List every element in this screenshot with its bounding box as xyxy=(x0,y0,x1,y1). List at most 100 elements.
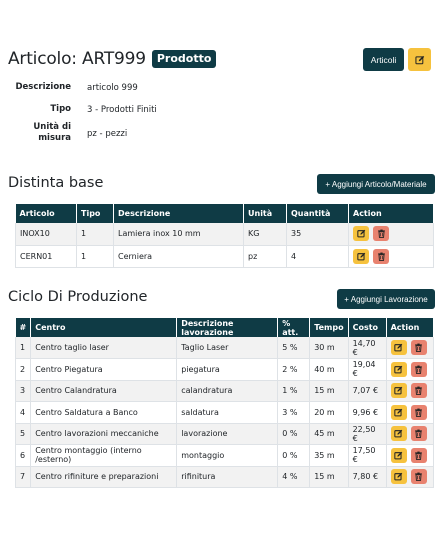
col-articolo: Articolo xyxy=(15,204,77,223)
edit-row-button[interactable] xyxy=(390,447,407,463)
table-cell: 20 m xyxy=(309,401,349,424)
row-actions xyxy=(390,340,429,355)
col-descrizione-lavorazione: Descrizione lavorazione xyxy=(176,318,279,337)
detail-label: Unità di misura xyxy=(33,122,71,143)
table-cell: 15 m xyxy=(309,466,349,488)
table-cell: 30 m xyxy=(309,337,349,359)
table-cell: Centro taglio laser xyxy=(30,337,178,359)
row-actions xyxy=(353,226,429,242)
trash-icon xyxy=(414,365,423,374)
pencil-square-icon xyxy=(394,429,403,438)
action-cell xyxy=(386,380,435,402)
table-cell: 1 xyxy=(76,223,114,246)
pencil-square-icon xyxy=(394,343,403,352)
table-cell: Centro lavorazioni meccaniche xyxy=(30,423,178,445)
table-cell: 3 % xyxy=(277,401,311,424)
table-cell: 45 m xyxy=(309,423,349,445)
table-cell: 1 % xyxy=(277,380,311,402)
add-material-button[interactable]: + Aggiungi Articolo/Materiale xyxy=(317,174,435,194)
table-row: 6 Centro montaggio (interno /esterno) mont… xyxy=(14,444,435,467)
col-tipo: Tipo xyxy=(76,204,114,223)
table-cell: montaggio xyxy=(176,444,279,467)
delete-row-button[interactable] xyxy=(410,383,427,399)
table-cell: 19,04 € xyxy=(348,358,387,381)
table-cell: 15 m xyxy=(309,380,349,402)
add-lavorazione-button[interactable]: + Aggiungi Lavorazione xyxy=(337,289,435,309)
table-cell: 1 xyxy=(14,337,32,359)
type-badge: Prodotto xyxy=(151,50,217,68)
col-num: # xyxy=(15,318,32,337)
table-cell: Cerniera xyxy=(113,245,244,268)
table-cell: 7,80 € xyxy=(348,466,387,488)
ciclo-table: # Centro Descrizione lavorazione % att. … xyxy=(14,318,435,488)
delete-row-button[interactable] xyxy=(410,426,427,442)
delete-row-button[interactable] xyxy=(410,404,427,420)
col-action: Action xyxy=(386,318,435,337)
edit-article-button[interactable] xyxy=(408,48,431,71)
table-cell: 17,50 € xyxy=(348,444,387,467)
table-cell: 4 % xyxy=(277,466,311,488)
col-tempo: Tempo xyxy=(309,318,349,337)
trash-icon xyxy=(414,429,423,439)
edit-row-button[interactable] xyxy=(353,248,369,264)
table-cell: 2 xyxy=(14,358,32,381)
table-cell: saldatura xyxy=(176,401,279,424)
col-perc-att: % att. xyxy=(277,318,311,337)
edit-row-button[interactable] xyxy=(353,226,369,242)
delete-row-button[interactable] xyxy=(410,447,427,463)
trash-icon xyxy=(414,451,423,460)
detail-row-tipo: Tipo 3 - Prodotti Finiti xyxy=(0,104,200,116)
action-cell xyxy=(386,401,435,424)
edit-row-button[interactable] xyxy=(390,383,407,399)
row-actions xyxy=(390,469,429,485)
edit-row-button[interactable] xyxy=(390,361,407,377)
table-cell: Centro Piegatura xyxy=(30,358,178,381)
edit-row-button[interactable] xyxy=(390,426,407,442)
pencil-square-icon xyxy=(356,229,366,238)
col-centro: Centro xyxy=(30,318,178,337)
table-cell: Taglio Laser xyxy=(176,337,279,359)
action-cell xyxy=(386,466,435,488)
table-cell: Lamiera inox 10 mm xyxy=(113,223,244,246)
pencil-square-icon xyxy=(394,408,403,417)
table-cell: Centro Calandratura xyxy=(30,380,178,402)
detail-label: Tipo xyxy=(50,104,71,114)
delete-row-button[interactable] xyxy=(410,469,427,485)
table-cell: lavorazione xyxy=(176,423,279,445)
table-cell: 3 xyxy=(14,380,32,402)
row-actions xyxy=(353,248,429,264)
pencil-square-icon xyxy=(356,252,366,261)
action-cell xyxy=(386,358,435,381)
articoli-button[interactable]: Articoli xyxy=(363,48,404,71)
delete-row-button[interactable] xyxy=(373,248,389,264)
edit-row-button[interactable] xyxy=(390,469,407,485)
table-row: 2 Centro Piegatura piegatura 2 % 40 m 19,04 € xyxy=(14,358,435,381)
edit-row-button[interactable] xyxy=(390,340,407,355)
pencil-square-icon xyxy=(394,472,403,481)
table-row: 5 Centro lavorazioni meccaniche lavorazion… xyxy=(14,423,435,445)
detail-label: Descrizione xyxy=(15,82,71,92)
table-cell: KG xyxy=(243,223,287,246)
table-cell: INOX10 xyxy=(15,223,77,246)
table-cell: Centro montaggio (interno /esterno) xyxy=(30,444,178,467)
trash-icon xyxy=(414,408,423,417)
delete-row-button[interactable] xyxy=(373,226,389,242)
delete-row-button[interactable] xyxy=(410,340,427,355)
trash-icon xyxy=(414,386,423,396)
delete-row-button[interactable] xyxy=(410,361,427,377)
table-cell: 1 xyxy=(76,245,114,268)
edit-row-button[interactable] xyxy=(390,404,407,420)
table-cell: 7,07 € xyxy=(348,380,387,402)
action-cell xyxy=(348,245,434,268)
pencil-square-icon xyxy=(394,386,403,395)
col-costo: Costo xyxy=(348,318,387,337)
ciclo-title: Ciclo Di Produzione xyxy=(8,289,148,305)
trash-icon xyxy=(377,229,386,239)
page-title: Articolo: ART999 xyxy=(8,49,146,69)
trash-icon xyxy=(414,472,423,482)
trash-icon xyxy=(377,252,386,261)
page-header: Articolo: ART999 Prodotto xyxy=(8,49,217,69)
table-cell: Centro rifiniture e preparazioni xyxy=(30,466,178,488)
table-cell: 2 % xyxy=(277,358,311,381)
detail-value: pz - pezzi xyxy=(87,129,128,139)
